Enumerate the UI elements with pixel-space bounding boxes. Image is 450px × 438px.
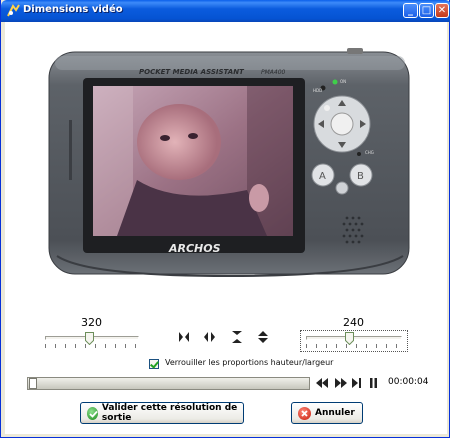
validate-resolution-label: Valider cette résolution de sortie [101,403,238,423]
height-slider-thumb[interactable] [345,332,354,345]
dialog-window: Dimensions vidéo _ □ ✕ POCKET MEDIA ASSI… [0,0,450,438]
led-label-on: ON [340,79,346,84]
time-display: 00:00:04 [388,377,429,387]
flip-horizontal-icon[interactable] [178,331,190,343]
minimize-button[interactable]: _ [403,3,418,18]
device-brand: ARCHOS [168,242,221,255]
width-value: 320 [81,316,102,329]
validate-resolution-button[interactable]: Valider cette résolution de sortie [80,402,244,424]
power-led-icon [332,79,338,85]
pause-icon[interactable] [369,378,378,388]
height-value: 240 [343,316,364,329]
device-model: PMA400 [261,69,286,76]
mirror-vertical-icon[interactable] [257,330,269,344]
led-label-chg: CHG [365,150,374,155]
rewind-icon[interactable] [316,378,329,388]
device-illustration: POCKET MEDIA ASSISTANT PMA400 ARCHOS HDD… [48,48,410,278]
key-label-a: A [319,171,326,182]
skip-end-icon[interactable] [352,378,362,388]
key-label-b: B [357,171,364,182]
app-icon [7,4,20,17]
height-slider-ticks [306,344,402,348]
maximize-icon: □ [421,5,432,16]
play-icon[interactable] [334,378,347,388]
seek-knob[interactable] [29,378,37,389]
close-icon: ✕ [437,5,447,16]
flip-vertical-icon[interactable] [231,330,243,344]
window-title: Dimensions vidéo [23,4,123,15]
lock-ratio-checkbox[interactable] [149,359,159,369]
close-button[interactable]: ✕ [435,3,449,18]
lock-ratio-label: Verrouiller les proportions hauteur/larg… [165,358,334,367]
check-icon [87,406,98,420]
height-slider-track [306,336,402,340]
mirror-horizontal-icon[interactable] [203,331,216,343]
cancel-button[interactable]: Annuler [291,402,363,424]
seek-bar[interactable] [27,377,310,390]
width-slider-thumb[interactable] [85,332,94,345]
charge-led-icon [357,152,361,156]
device-subtitle: POCKET MEDIA ASSISTANT [139,68,245,76]
led-label-hdd: HDD [313,88,322,93]
cancel-label: Annuler [315,408,355,418]
maximize-button[interactable]: □ [419,3,434,18]
width-slider[interactable] [43,331,141,349]
minimize-icon: _ [408,5,413,16]
title-bar[interactable]: Dimensions vidéo _ □ ✕ [1,0,450,22]
cancel-icon [298,406,311,420]
height-slider[interactable] [304,331,404,349]
